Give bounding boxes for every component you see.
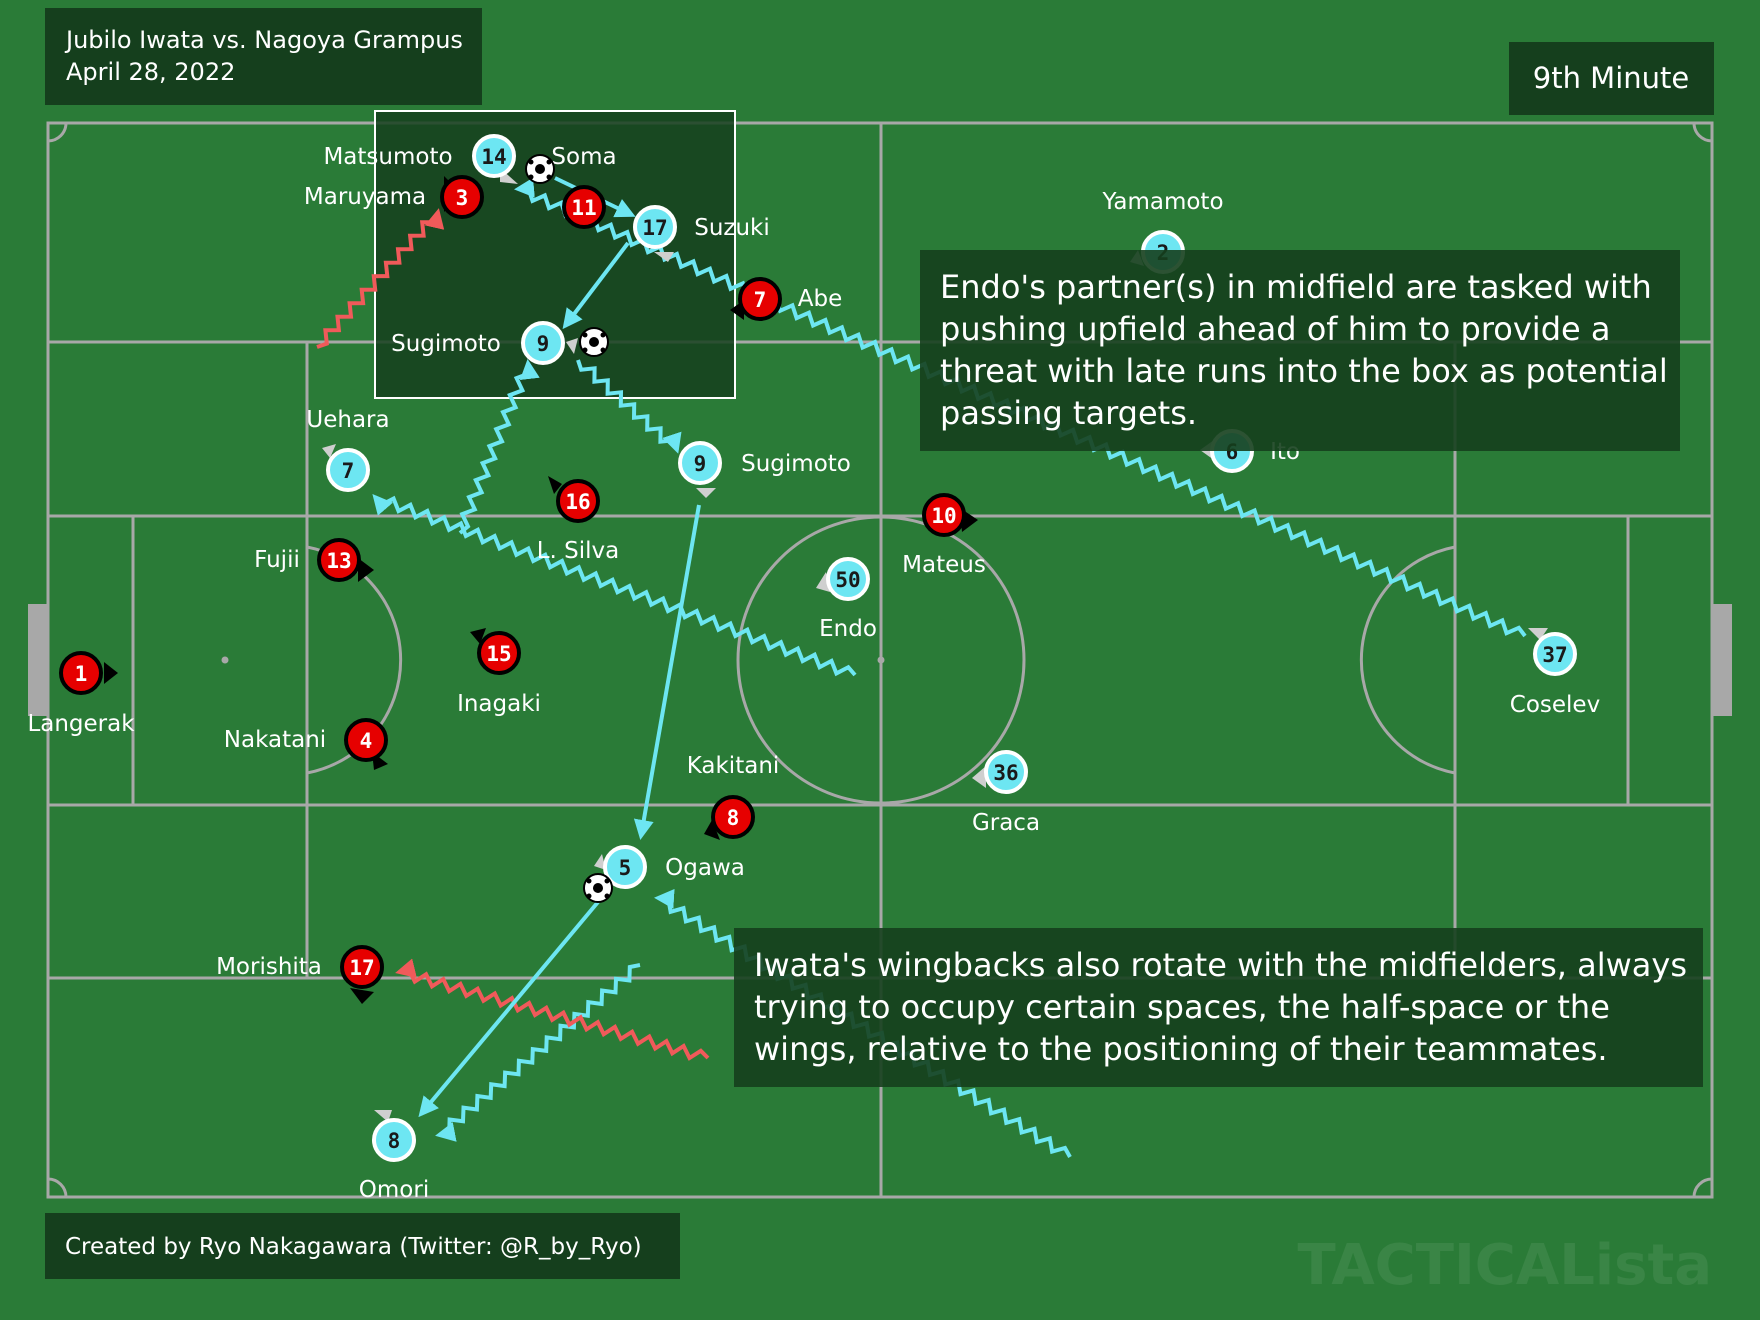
player-number: 13 bbox=[326, 549, 351, 573]
player-number: 36 bbox=[993, 761, 1018, 785]
player-name: Endo bbox=[819, 616, 877, 642]
match-title: Jubilo Iwata vs. Nagoya Grampus bbox=[64, 26, 463, 54]
player-number: 5 bbox=[619, 856, 632, 880]
match-info: Jubilo Iwata vs. Nagoya Grampus April 28… bbox=[45, 8, 482, 105]
annotation-midfield: Endo's partner(s) in midfield are tasked… bbox=[920, 250, 1680, 451]
player-number: 9 bbox=[694, 452, 707, 476]
player-number: 11 bbox=[571, 196, 596, 220]
player-number: 7 bbox=[342, 459, 355, 483]
player-name: Maruyama bbox=[304, 184, 426, 210]
annotation-line: threat with late runs into the box as po… bbox=[940, 352, 1668, 390]
player-number: 4 bbox=[360, 729, 373, 753]
player-name: Soma bbox=[551, 144, 616, 170]
player-name: Omori bbox=[359, 1177, 429, 1203]
credit-text: Created by Ryo Nakagawara (Twitter: @R_b… bbox=[65, 1234, 642, 1260]
player-name: Matsumoto bbox=[323, 144, 452, 170]
player-name: Langerak bbox=[27, 711, 135, 737]
player-name: Nakatani bbox=[224, 727, 326, 753]
player-name: Suzuki bbox=[694, 215, 770, 241]
annotation-wingbacks: Iwata's wingbacks also rotate with the m… bbox=[734, 928, 1703, 1087]
annotation-line: Endo's partner(s) in midfield are tasked… bbox=[940, 268, 1652, 306]
player-name: Coselev bbox=[1510, 692, 1600, 718]
left-penalty-spot bbox=[221, 656, 229, 664]
match-date: April 28, 2022 bbox=[66, 58, 235, 86]
player-number: 17 bbox=[349, 956, 374, 980]
ball-icon bbox=[525, 154, 555, 184]
player-name: Graca bbox=[972, 810, 1040, 836]
left-goal bbox=[28, 604, 48, 716]
player-number: 8 bbox=[388, 1129, 401, 1153]
player-name: Sugimoto bbox=[741, 451, 851, 477]
player-name: Uehara bbox=[306, 407, 389, 433]
player-number: 50 bbox=[835, 568, 860, 592]
annotation-line: passing targets. bbox=[940, 394, 1197, 432]
player-number: 1 bbox=[75, 662, 88, 686]
player-number: 15 bbox=[486, 642, 511, 666]
player-number: 3 bbox=[456, 186, 469, 210]
ball-icon bbox=[579, 327, 609, 357]
player-number: 9 bbox=[537, 332, 550, 356]
player-number: 37 bbox=[1542, 643, 1567, 667]
player-name: Abe bbox=[798, 286, 842, 312]
player-name: Kakitani bbox=[687, 753, 780, 779]
minute-badge: 9th Minute bbox=[1509, 42, 1714, 115]
player-name: Ogawa bbox=[665, 855, 745, 881]
player-number: 8 bbox=[727, 806, 740, 830]
player-number: 7 bbox=[754, 288, 767, 312]
minute-label: 9th Minute bbox=[1533, 61, 1689, 95]
right-goal bbox=[1712, 604, 1732, 716]
player-name: Yamamoto bbox=[1101, 189, 1223, 215]
annotation-line: wings, relative to the positioning of th… bbox=[754, 1030, 1608, 1068]
player-name: Fujii bbox=[254, 547, 300, 573]
ball-icon bbox=[583, 873, 613, 903]
center-spot bbox=[877, 656, 885, 664]
annotation-line: trying to occupy certain spaces, the hal… bbox=[754, 988, 1610, 1026]
player-number: 10 bbox=[931, 504, 956, 528]
player-name: Sugimoto bbox=[391, 331, 501, 357]
watermark-logo: TACTICALista bbox=[1297, 1233, 1712, 1298]
player-name: Inagaki bbox=[457, 691, 541, 717]
annotation-line: Iwata's wingbacks also rotate with the m… bbox=[754, 946, 1687, 984]
annotation-line: pushing upfield ahead of him to provide … bbox=[940, 310, 1610, 348]
player-number: 14 bbox=[481, 145, 506, 169]
credit-panel: Created by Ryo Nakagawara (Twitter: @R_b… bbox=[45, 1213, 680, 1279]
player-number: 16 bbox=[565, 490, 590, 514]
player-name: Morishita bbox=[216, 954, 322, 980]
player-number: 17 bbox=[642, 216, 667, 240]
tactical-board: 3 Maruyama 11 Soma 7 Abe 16 L. Silva 13 … bbox=[0, 0, 1760, 1320]
player-name: L. Silva bbox=[537, 538, 620, 564]
player-name: Mateus bbox=[902, 552, 986, 578]
